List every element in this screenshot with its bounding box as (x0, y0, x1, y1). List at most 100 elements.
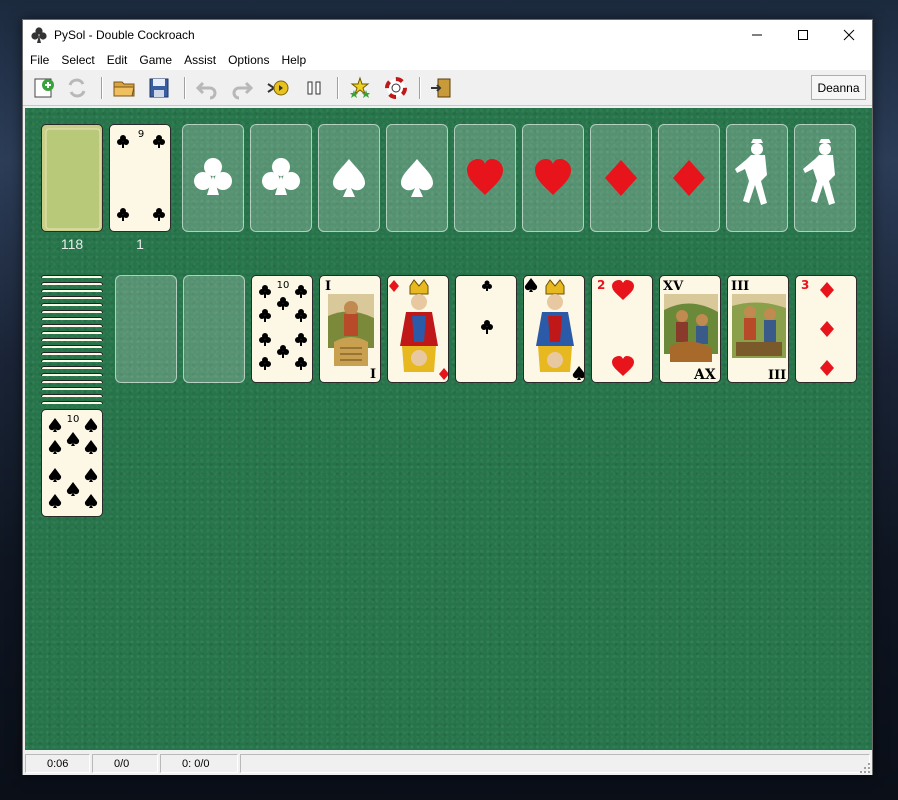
menu-game[interactable]: Game (133, 53, 178, 67)
exit-door-icon (431, 78, 451, 98)
hearts-pips: 2 (597, 278, 634, 376)
svg-text:AX: AX (693, 367, 716, 383)
svg-text:3: 3 (801, 278, 809, 292)
restart-button[interactable] (65, 76, 89, 100)
save-icon (149, 78, 169, 98)
titlebar: PySol - Double Cockroach (23, 20, 872, 50)
ten-of-clubs[interactable]: 10 (251, 275, 313, 383)
club-pip (481, 280, 493, 334)
resize-grip-icon[interactable] (860, 763, 870, 773)
svg-text:9: 9 (138, 129, 144, 140)
trump-picture: I I (325, 279, 376, 382)
svg-text:10: 10 (277, 280, 290, 291)
stock-pile[interactable] (41, 124, 103, 232)
status-moves: 0/0 (92, 754, 158, 773)
pause-button[interactable] (302, 76, 326, 100)
redo-button[interactable] (230, 76, 254, 100)
menu-select[interactable]: Select (55, 53, 100, 67)
foundation-hearts-2[interactable] (522, 124, 584, 232)
diamond-icon (673, 160, 705, 196)
lifebuoy-icon (385, 77, 407, 99)
two-of-hearts[interactable]: 2 (591, 275, 653, 383)
menu-options[interactable]: Options (222, 53, 275, 67)
foundation-trumps-2[interactable] (794, 124, 856, 232)
ten-of-spades[interactable]: 10 (41, 409, 103, 517)
ace-of-clubs[interactable] (455, 275, 517, 383)
new-game-icon (34, 78, 54, 98)
foundation-trumps-1[interactable] (726, 124, 788, 232)
svg-text:III: III (768, 368, 786, 383)
autodrop-button[interactable] (266, 76, 290, 100)
quit-button[interactable] (429, 76, 453, 100)
trump-picture: XV AX (663, 279, 718, 383)
rules-button[interactable] (348, 76, 372, 100)
foundation-spades-2[interactable] (386, 124, 448, 232)
waste-card[interactable]: 9 (109, 124, 171, 232)
trump-card-iii[interactable]: III III (727, 275, 789, 383)
club-icon (31, 27, 47, 43)
pause-icon (307, 81, 321, 95)
king-picture (389, 279, 448, 380)
foundation-diamonds-1[interactable] (590, 124, 652, 232)
waste-count: 1 (136, 236, 144, 252)
undo-icon (195, 81, 217, 100)
window-title: PySol - Double Cockroach (54, 28, 195, 42)
club-icon (262, 158, 300, 195)
jester-icon (735, 139, 767, 205)
spades-pips: 10 (48, 414, 98, 508)
stars-icon (350, 76, 370, 98)
help-button[interactable] (384, 76, 408, 100)
tableau-column-2-empty[interactable] (115, 275, 177, 383)
king-picture (524, 278, 584, 380)
status-time: 0:06 (25, 754, 90, 773)
folder-icon (113, 81, 135, 97)
jester-icon (803, 139, 835, 205)
diamonds-pips: 3 (801, 278, 834, 376)
foundation-hearts-1[interactable] (454, 124, 516, 232)
foundation-clubs-2[interactable] (250, 124, 312, 232)
king-of-spades[interactable] (523, 275, 585, 383)
trump-card-i[interactable]: I I (319, 275, 381, 383)
maximize-button[interactable] (780, 20, 826, 50)
undo-button[interactable] (195, 76, 219, 100)
svg-text:2: 2 (597, 278, 605, 292)
maximize-icon (798, 30, 808, 40)
king-of-diamonds[interactable] (387, 275, 449, 383)
heart-icon (467, 159, 503, 195)
three-of-diamonds[interactable]: 3 (795, 275, 857, 383)
svg-text:XV: XV (663, 279, 684, 294)
close-button[interactable] (826, 20, 872, 50)
restart-icon (68, 78, 86, 98)
menu-help[interactable]: Help (275, 53, 312, 67)
svg-text:10: 10 (67, 414, 80, 425)
minimize-button[interactable] (734, 20, 780, 50)
pysol-window: PySol - Double Cockroach File Select Edi… (22, 19, 873, 775)
stock-count: 118 (60, 236, 84, 252)
player-button[interactable]: Deanna (811, 75, 866, 100)
diamond-icon (605, 160, 637, 196)
close-icon (843, 29, 855, 41)
nine-of-clubs: 9 (117, 129, 165, 221)
club-icon (194, 158, 232, 195)
spade-icon (333, 159, 365, 197)
save-button[interactable] (147, 76, 171, 100)
foundation-diamonds-2[interactable] (658, 124, 720, 232)
heart-icon (535, 159, 571, 195)
game-table: 118 9 1 10 10 I I 2 XV AX III III 3 (25, 108, 872, 750)
new-game-button[interactable] (32, 76, 56, 100)
svg-text:I: I (370, 367, 376, 382)
svg-text:I: I (325, 279, 331, 294)
menu-assist[interactable]: Assist (178, 53, 222, 67)
open-button[interactable] (112, 76, 136, 100)
tableau-column-3-empty[interactable] (183, 275, 245, 383)
toolbar: Deanna (23, 70, 872, 106)
svg-text:III: III (731, 279, 749, 294)
spade-icon (401, 159, 433, 197)
foundation-spades-1[interactable] (318, 124, 380, 232)
trump-card-xv[interactable]: XV AX (659, 275, 721, 383)
menu-file[interactable]: File (24, 53, 55, 67)
card-back-pattern (45, 128, 101, 230)
menu-edit[interactable]: Edit (101, 53, 134, 67)
clubs-pips: 10 (259, 280, 307, 370)
foundation-clubs-1[interactable] (182, 124, 244, 232)
